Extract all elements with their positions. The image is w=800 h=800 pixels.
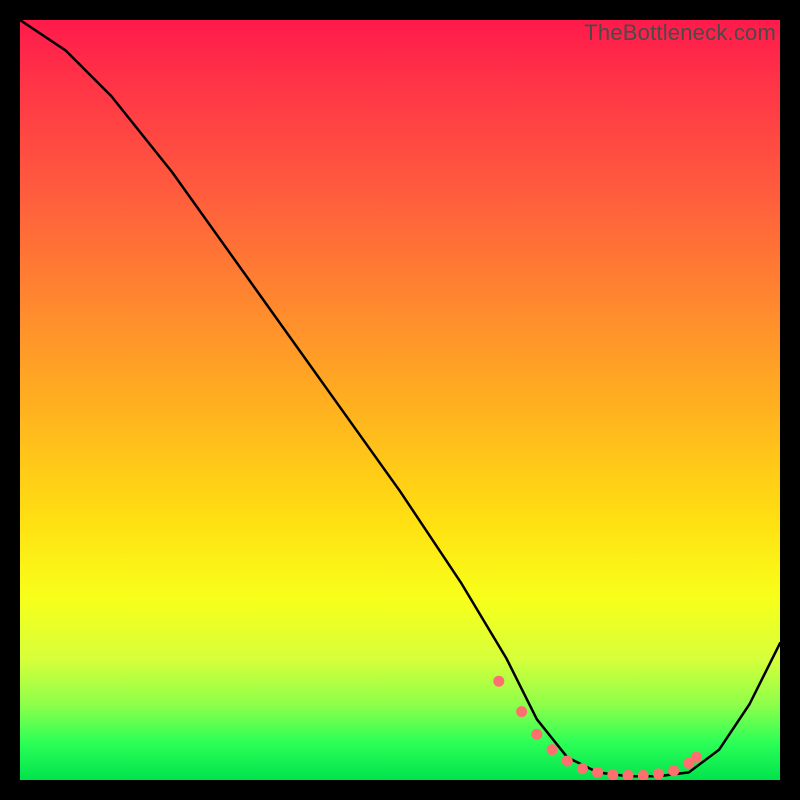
data-marker xyxy=(547,744,558,755)
marker-group xyxy=(493,676,702,780)
data-marker xyxy=(691,752,702,763)
data-marker xyxy=(623,770,634,780)
data-marker xyxy=(653,768,664,779)
data-marker xyxy=(668,765,679,776)
data-marker xyxy=(607,769,618,780)
watermark-text: TheBottleneck.com xyxy=(584,20,776,46)
data-marker xyxy=(562,756,573,767)
chart-svg xyxy=(20,20,780,780)
data-marker xyxy=(592,767,603,778)
data-marker xyxy=(577,763,588,774)
bottleneck-curve xyxy=(20,20,780,776)
data-marker xyxy=(493,676,504,687)
data-marker xyxy=(531,729,542,740)
data-marker xyxy=(638,770,649,780)
data-marker xyxy=(516,706,527,717)
chart-frame: TheBottleneck.com xyxy=(20,20,780,780)
